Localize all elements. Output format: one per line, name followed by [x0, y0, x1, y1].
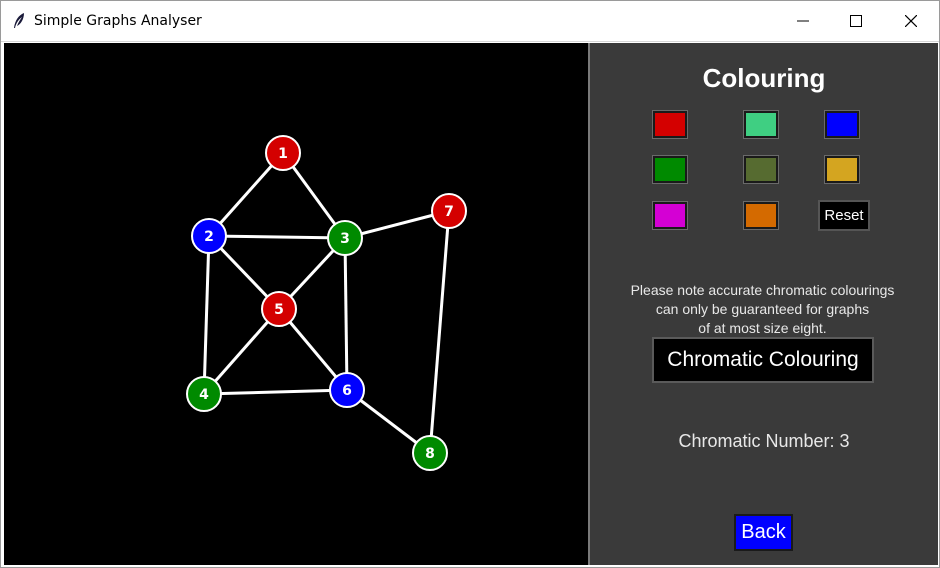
note-line: of at most size eight.	[698, 320, 827, 336]
graph-node[interactable]: 6	[329, 372, 365, 408]
note-line: Please note accurate chromatic colouring…	[630, 282, 895, 298]
note-line: can only be guaranteed for graphs	[655, 301, 870, 317]
maximize-button[interactable]	[830, 1, 882, 41]
feather-icon	[14, 13, 24, 28]
graph-edge	[203, 388, 348, 396]
node-label: 7	[444, 204, 454, 220]
graph-node[interactable]: 2	[191, 218, 227, 254]
panel-title: Colouring	[702, 63, 826, 93]
node-label: 8	[425, 446, 435, 462]
app-window: Simple Graphs Analyser 1 2 3 4 5 6 7 8 Colourin…	[0, 0, 940, 568]
graph-node[interactable]: 1	[265, 135, 301, 171]
window-title: Simple Graphs Analyser	[34, 13, 202, 29]
graph-drawing[interactable]: 1 2 3 4 5 6 7 8	[4, 43, 588, 565]
graph-edge	[428, 210, 451, 454]
maximize-icon	[850, 15, 862, 27]
colour-swatch[interactable]	[824, 155, 860, 184]
node-label: 5	[274, 302, 284, 318]
title-bar[interactable]: Simple Graphs Analyser	[1, 1, 939, 42]
graph-node[interactable]: 5	[261, 291, 297, 327]
chromatic-colouring-button[interactable]: Chromatic Colouring	[652, 337, 874, 383]
graph-node[interactable]: 7	[431, 193, 467, 229]
node-label: 3	[340, 231, 350, 247]
chromatic-number-label: Chromatic Number: 3	[678, 431, 850, 451]
colour-swatch[interactable]	[743, 155, 779, 184]
minimize-button[interactable]	[777, 1, 829, 41]
colouring-panel: Colouring Reset Please note accurate chr…	[590, 43, 938, 565]
graph-canvas[interactable]: 1 2 3 4 5 6 7 8	[4, 43, 588, 565]
graph-edge	[202, 235, 211, 395]
graph-edge	[208, 234, 346, 240]
colour-swatch[interactable]	[743, 110, 779, 139]
close-icon	[905, 15, 917, 27]
graph-node[interactable]: 8	[412, 435, 448, 471]
reset-button[interactable]: Reset	[818, 200, 870, 231]
chromatic-note: Please note accurate chromatic colouring…	[590, 281, 935, 338]
back-button[interactable]: Back	[734, 514, 793, 551]
colour-swatch[interactable]	[743, 201, 779, 230]
close-button[interactable]	[885, 1, 937, 41]
minimize-icon	[797, 20, 809, 22]
node-label: 4	[199, 387, 209, 403]
colour-swatch[interactable]	[824, 110, 860, 139]
node-label: 2	[204, 229, 214, 245]
colour-swatch[interactable]	[652, 155, 688, 184]
node-label: 6	[342, 383, 352, 399]
colour-swatch[interactable]	[652, 110, 688, 139]
graph-edge	[343, 237, 349, 391]
graph-node[interactable]: 4	[186, 376, 222, 412]
node-label: 1	[278, 146, 288, 162]
colour-swatch[interactable]	[652, 201, 688, 230]
graph-node[interactable]: 3	[327, 220, 363, 256]
